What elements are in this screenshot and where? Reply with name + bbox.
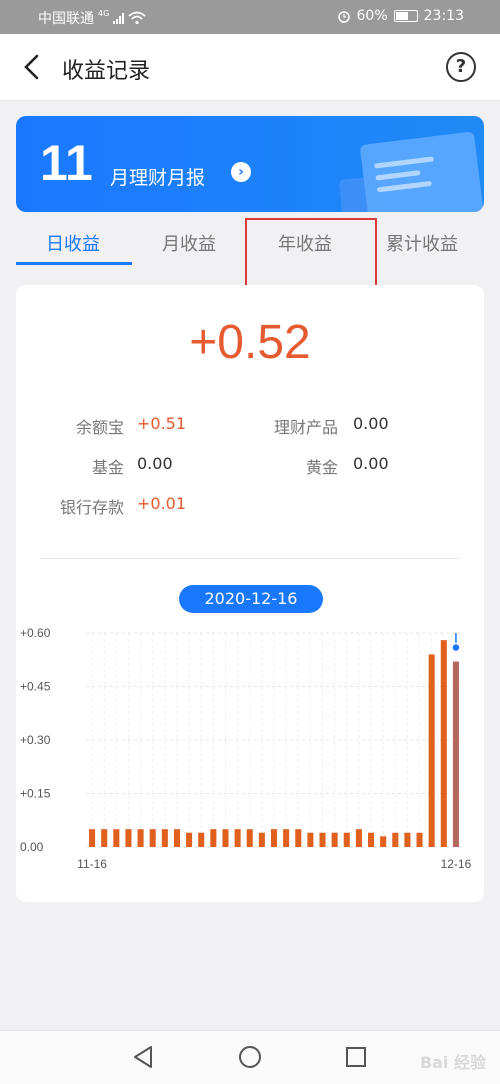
system-nav-bar: Bai 经验 <box>0 1030 500 1084</box>
daily-income-chart[interactable]: +0.60 +0.45 +0.30 +0.15 0.00 11-16 12-16 <box>16 615 484 875</box>
help-icon[interactable]: ? <box>446 52 476 82</box>
battery-percent: 60% <box>356 8 388 24</box>
tab-active-indicator <box>16 262 132 265</box>
chart-bar <box>137 829 144 847</box>
total-income: +0.52 <box>189 316 311 369</box>
label-yuebao: 余额宝 <box>75 418 124 437</box>
divider <box>40 558 460 559</box>
nav-bar: 收益记录 ? <box>0 34 500 101</box>
page-title: 收益记录 <box>62 59 151 84</box>
chart-bar <box>368 832 375 847</box>
nav-recents-icon[interactable] <box>345 1045 367 1069</box>
chart-bar <box>283 829 290 847</box>
value-gold: 0.00 <box>353 454 389 473</box>
signal-icon <box>113 12 125 24</box>
value-wealth-products: 0.00 <box>353 414 389 433</box>
chart-bar <box>161 829 168 847</box>
selected-date-pill[interactable]: 2020-12-16 <box>179 585 323 613</box>
x-tick-label: 11-16 <box>77 857 107 871</box>
document-illustration <box>359 131 484 212</box>
chart-bar <box>428 654 435 847</box>
battery-icon <box>393 10 418 22</box>
chart-bar <box>343 832 350 847</box>
label-gold: 黄金 <box>305 458 338 477</box>
y-tick-label: +0.30 <box>20 733 51 747</box>
selection-dot <box>451 642 461 653</box>
chart-bar <box>125 829 132 847</box>
y-tick-label: +0.15 <box>20 787 51 801</box>
banner-day: 11 <box>40 135 93 191</box>
chart-bar <box>113 829 120 847</box>
carrier-name: 中国联通 <box>38 11 94 27</box>
chart-bar <box>416 832 423 847</box>
label-bank-deposit: 银行存款 <box>59 498 124 517</box>
tab-monthly[interactable]: 月收益 <box>162 230 216 256</box>
chart-bar <box>222 829 229 847</box>
chart-bar <box>149 829 156 847</box>
chart-bar <box>270 829 278 847</box>
chart-bar <box>198 832 205 847</box>
back-arrow-icon[interactable] <box>18 52 48 82</box>
watermark: Bai 经验 <box>419 1053 486 1072</box>
status-bar: 中国联通 4G 60% 23:13 <box>0 0 500 34</box>
tab-daily[interactable]: 日收益 <box>46 230 100 256</box>
chart-bar <box>319 832 326 847</box>
chart-bar <box>246 829 253 847</box>
chart-bar <box>355 829 362 847</box>
y-tick-label: +0.60 <box>20 626 51 640</box>
banner-label: 月理财月报 <box>110 167 206 189</box>
monthly-report-banner[interactable]: 11 月理财月报 › <box>16 116 484 212</box>
x-tick-label: 12-16 <box>441 857 472 871</box>
tab-cumulative[interactable]: 累计收益 <box>386 230 458 256</box>
chart-bar <box>331 832 338 847</box>
label-fund: 基金 <box>91 458 124 477</box>
value-fund: 0.00 <box>137 454 173 473</box>
status-left: 中国联通 4G <box>38 8 146 28</box>
chart-bar <box>295 829 302 847</box>
y-tick-label: +0.45 <box>20 680 51 694</box>
annotation-highlight-box <box>245 218 377 290</box>
value-bank-deposit: +0.01 <box>137 494 187 513</box>
chart-bar <box>101 829 108 847</box>
wifi-icon <box>128 11 146 25</box>
chart-bar <box>307 832 314 847</box>
clock: 23:13 <box>423 8 464 24</box>
alarm-icon <box>337 11 350 23</box>
chart-bar <box>440 640 447 847</box>
nav-back-icon[interactable] <box>132 1045 154 1069</box>
income-card: +0.52 余额宝 +0.51 理财产品 0.00 基金 0.00 黄金 0.0… <box>16 285 484 902</box>
chart-bar <box>404 832 411 847</box>
label-wealth-products: 理财产品 <box>273 418 338 437</box>
chart-bar <box>258 832 265 847</box>
chart-bar <box>392 832 399 847</box>
value-yuebao: +0.51 <box>137 414 187 433</box>
chart-bar <box>173 829 180 847</box>
chart-bar <box>210 829 217 847</box>
chart-bar <box>186 832 193 847</box>
nav-home-icon[interactable] <box>238 1045 262 1069</box>
y-tick-label: 0.00 <box>20 840 44 854</box>
chart-bar <box>380 836 387 847</box>
chart-bar <box>234 829 241 847</box>
chevron-right-icon: › <box>231 162 251 182</box>
status-right: 60% 23:13 <box>337 8 464 24</box>
chart-bar <box>452 661 459 847</box>
network-type: 4G <box>98 8 110 18</box>
chart-bar <box>89 829 96 847</box>
